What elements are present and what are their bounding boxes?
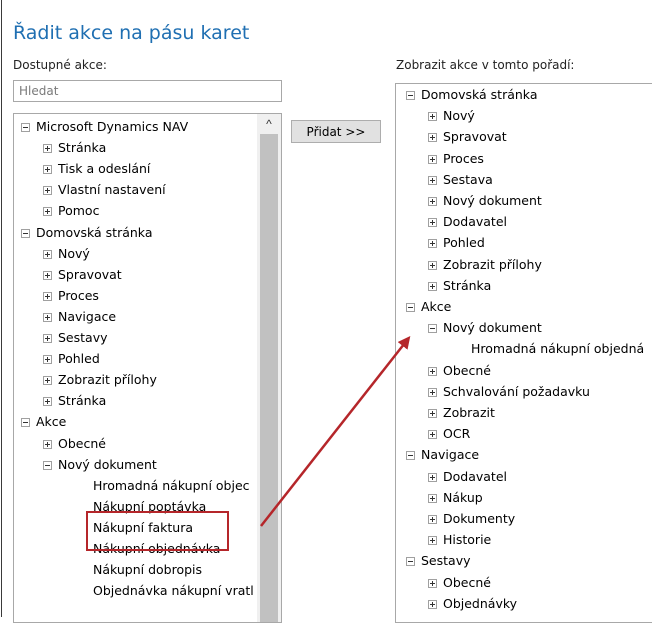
arrow-line: [260, 336, 411, 527]
annotation-arrow: [260, 336, 411, 527]
